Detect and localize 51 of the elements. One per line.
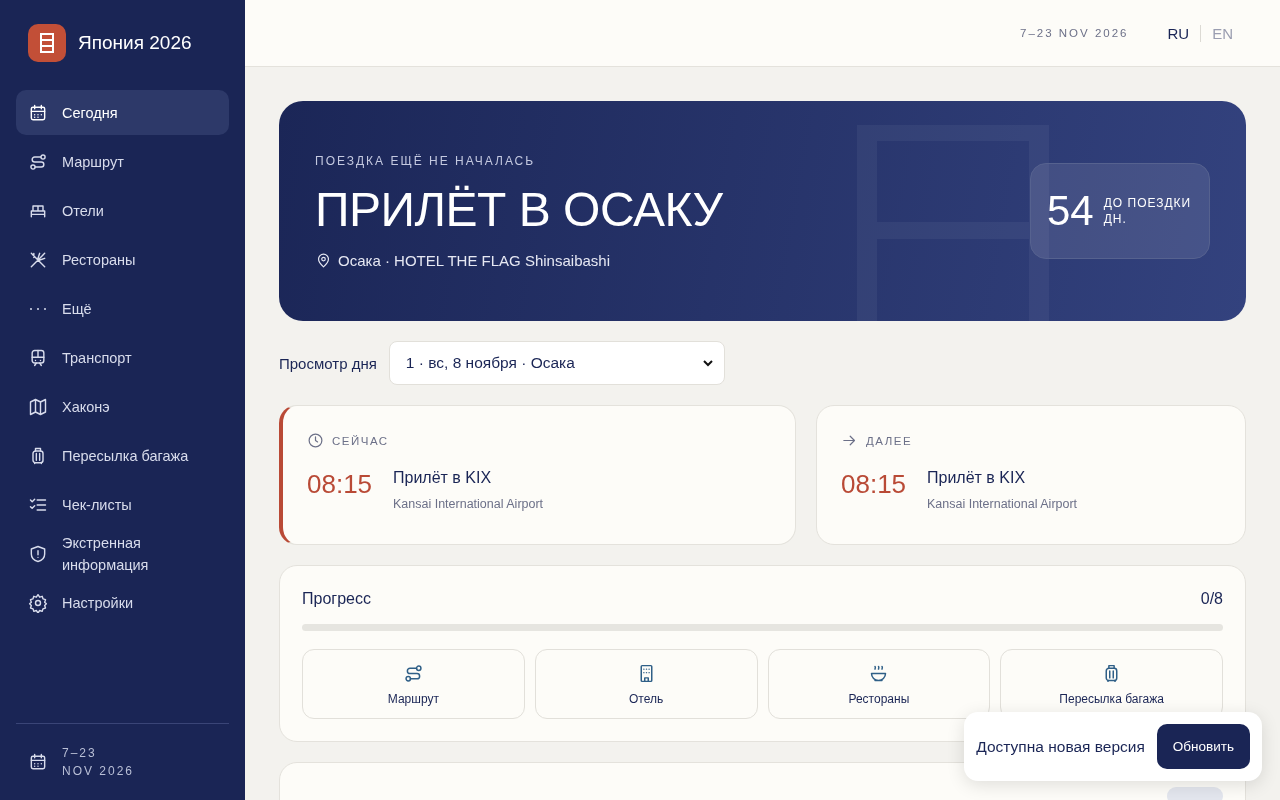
day-badge: [1167, 787, 1223, 800]
calendar-icon: [28, 102, 48, 123]
language-toggle[interactable]: RU: [1156, 24, 1201, 42]
event-time: 08:15: [841, 469, 908, 501]
nav-item[interactable]: Ещё: [16, 286, 229, 331]
hero-location: Осака · HOTEL THE FLAG Shinsaibashi: [338, 251, 610, 269]
progress-tile[interactable]: Маршрут: [302, 649, 525, 719]
event-title: Прилёт в KIX: [927, 469, 1027, 487]
settings-icon: [28, 592, 48, 613]
nav-item[interactable]: Маршрут: [16, 139, 229, 184]
calendar-icon: [28, 752, 48, 772]
event-time: 08:15: [307, 469, 374, 501]
clock-icon: [307, 432, 324, 449]
route-icon: [402, 662, 424, 684]
trip-status: ПОЕЗДКА ЕЩЁ НЕ НАЧАЛАСЬ: [315, 153, 537, 168]
logo-icon: [28, 24, 66, 62]
event-heading: ДАЛЕЕ: [866, 434, 913, 447]
event-heading: СЕЙЧАС: [332, 434, 389, 447]
nav-item[interactable]: Настройки: [16, 580, 229, 625]
event-place: Kansai International Airport: [927, 497, 1078, 511]
trip-dates: 7–23 NOV 2026: [62, 745, 135, 780]
train-icon: [28, 347, 48, 368]
map-icon: [28, 396, 48, 417]
nav-item[interactable]: Сегодня: [16, 90, 229, 135]
countdown-number: 54: [1047, 187, 1094, 235]
nav-item[interactable]: Рестораны: [16, 237, 229, 282]
chevron-icon: [701, 357, 714, 369]
progress-count: 0/8: [1200, 590, 1223, 608]
nav-item[interactable]: Чек-листы: [16, 482, 229, 527]
day-view-label: Просмотр дня: [279, 354, 377, 372]
progress-title: Прогресс: [302, 590, 371, 608]
nav-item[interactable]: Хаконэ: [16, 384, 229, 429]
trip-dates: 7–23 NOV 2026: [1020, 27, 1129, 39]
day-select[interactable]: 1 · вс, 8 ноября · Осака: [388, 341, 725, 385]
nav-item[interactable]: Пересылка багажа: [16, 433, 229, 478]
toast-message: Доступна новая версия: [976, 737, 1145, 756]
event-place: Kansai International Airport: [393, 497, 544, 511]
update-button[interactable]: Обновить: [1156, 724, 1250, 769]
nav-item[interactable]: Транспорт: [16, 335, 229, 380]
nav-item[interactable]: Экстренная информация: [16, 531, 229, 576]
pin-icon: [315, 251, 332, 269]
shield-icon: [28, 543, 48, 564]
nav-item[interactable]: Отели: [16, 188, 229, 233]
countdown-label: ДО ПОЕЗДКИ ДН.: [1103, 195, 1192, 227]
progress-tile[interactable]: Рестораны: [767, 649, 991, 719]
progress-tile[interactable]: Отель: [534, 649, 758, 719]
app-title: Япония 2026: [78, 32, 192, 54]
hero-title: ПРИЛЁТ В ОСАКУ: [315, 181, 724, 238]
dots-icon: [30, 306, 46, 311]
route-icon: [28, 151, 48, 172]
event-title: Прилёт в KIX: [393, 469, 493, 487]
